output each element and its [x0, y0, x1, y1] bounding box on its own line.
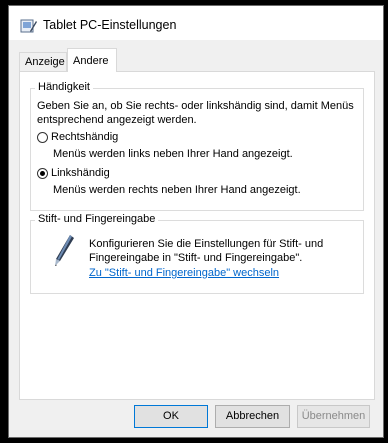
- pen-touch-group-title: Stift- und Fingereingabe: [35, 213, 159, 225]
- title-bar[interactable]: Tablet PC-Einstellungen: [9, 6, 383, 40]
- pen-touch-text-line1: Konfigurieren Sie die Einstellungen für …: [89, 238, 324, 250]
- tab-andere[interactable]: Andere: [67, 48, 117, 72]
- left-handed-description: Menüs werden rechts neben Ihrer Hand ang…: [53, 184, 301, 196]
- ok-button[interactable]: OK: [134, 405, 208, 428]
- right-handed-radio[interactable]: [37, 132, 48, 143]
- pen-touch-settings-link[interactable]: Zu "Stift- und Fingereingabe" wechseln: [89, 266, 279, 280]
- tablet-pc-icon: [20, 19, 37, 33]
- dialog-window: Tablet PC-Einstellungen Anzeige Andere H…: [8, 5, 384, 438]
- left-handed-label[interactable]: Linkshändig: [51, 166, 110, 180]
- handedness-group: Händigkeit Geben Sie an, ob Sie rechts- …: [30, 81, 364, 211]
- handedness-group-title: Händigkeit: [35, 81, 93, 93]
- window-title: Tablet PC-Einstellungen: [43, 18, 177, 32]
- left-handed-radio[interactable]: [37, 168, 48, 179]
- cancel-button[interactable]: Abbrechen: [215, 405, 290, 428]
- pen-icon: [55, 235, 74, 266]
- apply-button[interactable]: Übernehmen: [297, 405, 370, 428]
- handedness-description-line1: Geben Sie an, ob Sie rechts- oder linksh…: [37, 100, 354, 112]
- pen-touch-group: Stift- und Fingereingabe Konfigurieren S…: [30, 213, 364, 294]
- handedness-description-line2: entsprechend angezeigt werden.: [37, 114, 197, 126]
- pen-touch-text-line2: Fingereingabe in "Stift- und Fingereinga…: [89, 252, 303, 264]
- tab-panel-andere: Händigkeit Geben Sie an, ob Sie rechts- …: [19, 71, 375, 400]
- right-handed-label[interactable]: Rechtshändig: [51, 130, 118, 144]
- right-handed-description: Menüs werden links neben Ihrer Hand ange…: [53, 148, 293, 160]
- tab-anzeige[interactable]: Anzeige: [19, 52, 67, 71]
